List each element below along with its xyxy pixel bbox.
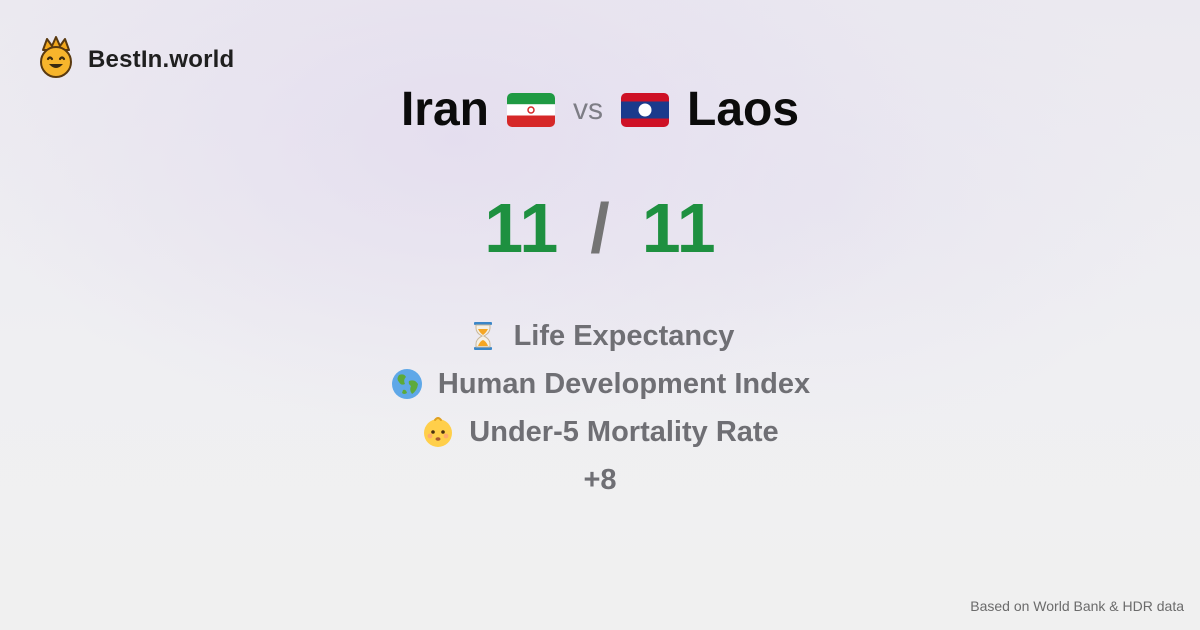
score-a: 11 bbox=[484, 189, 559, 267]
king-smiley-logo-icon bbox=[38, 36, 74, 83]
metric-label: Life Expectancy bbox=[513, 319, 735, 352]
versus-label: vs bbox=[573, 92, 603, 126]
metric-under5-mortality[interactable]: Under-5 Mortality Rate bbox=[421, 408, 779, 456]
data-source-note: Based on World Bank & HDR data bbox=[970, 598, 1184, 614]
metrics-list: Life Expectancy Human Development Index bbox=[0, 312, 1200, 504]
brand-name: BestIn.world bbox=[88, 45, 235, 73]
country-b-name[interactable]: Laos bbox=[687, 82, 799, 137]
laos-flag-icon bbox=[621, 92, 669, 127]
baby-icon bbox=[421, 415, 455, 449]
metric-hdi[interactable]: Human Development Index bbox=[390, 360, 810, 408]
iran-flag-icon bbox=[507, 92, 555, 127]
metric-label: Under-5 Mortality Rate bbox=[469, 415, 779, 448]
comparison-title: Iran vs Laos bbox=[0, 82, 1200, 137]
score-separator: / bbox=[590, 189, 610, 267]
globe-icon bbox=[390, 367, 424, 401]
score: 11 / 11 bbox=[0, 188, 1200, 268]
more-metrics-count[interactable]: +8 bbox=[583, 456, 616, 504]
metric-life-expectancy[interactable]: Life Expectancy bbox=[466, 312, 735, 360]
score-b: 11 bbox=[641, 189, 716, 267]
metric-label: Human Development Index bbox=[437, 367, 811, 400]
country-a-name[interactable]: Iran bbox=[401, 82, 489, 137]
hourglass-icon bbox=[466, 319, 500, 353]
brand[interactable]: BestIn.world bbox=[38, 36, 234, 83]
